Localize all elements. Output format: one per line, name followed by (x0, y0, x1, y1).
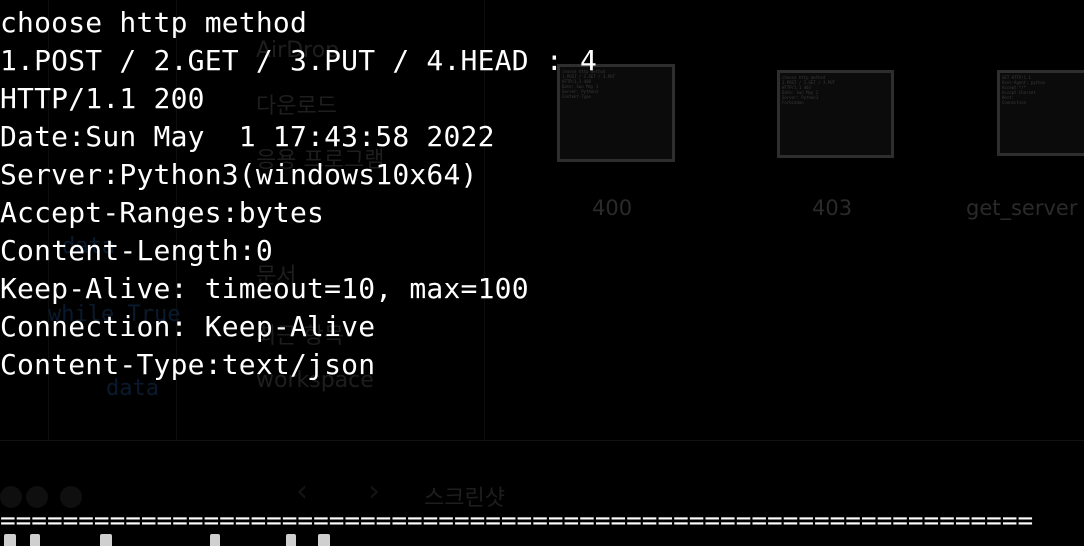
terminal-separator: ========================================… (0, 506, 1034, 536)
partial-glyph (318, 534, 330, 546)
partial-glyph (4, 534, 16, 546)
partial-glyph (286, 534, 296, 546)
partial-glyph (30, 534, 40, 546)
terminal-line: Accept-Ranges:bytes (0, 196, 325, 229)
chevron-right-icon[interactable]: › (368, 474, 380, 509)
chevron-left-icon[interactable]: ‹ (296, 474, 308, 509)
terminal-line: choose http method (0, 6, 308, 39)
zoom-window-icon[interactable] (60, 486, 82, 508)
terminal-line: 1.POST / 2.GET / 3.PUT / 4.HEAD : 4 (0, 44, 598, 77)
minimize-window-icon[interactable] (26, 486, 48, 508)
terminal-line: Connection: Keep-Alive (0, 310, 376, 343)
terminal-line: Content-Type:text/json (0, 348, 376, 381)
terminal-line: Server:Python3(windows10x64) (0, 158, 478, 191)
terminal-line: Date:Sun May 1 17:43:58 2022 (0, 120, 495, 153)
terminal-output: choose http method 1.POST / 2.GET / 3.PU… (0, 4, 1084, 384)
partial-glyph (210, 534, 220, 546)
terminal-next-line-partial (0, 534, 1084, 546)
toolbar-divider (0, 440, 1084, 441)
terminal-line: Keep-Alive: timeout=10, max=100 (0, 272, 529, 305)
terminal-line: Content-Length:0 (0, 234, 273, 267)
terminal-line: HTTP/1.1 200 (0, 82, 205, 115)
partial-glyph (100, 534, 112, 546)
close-window-icon[interactable] (0, 486, 22, 508)
